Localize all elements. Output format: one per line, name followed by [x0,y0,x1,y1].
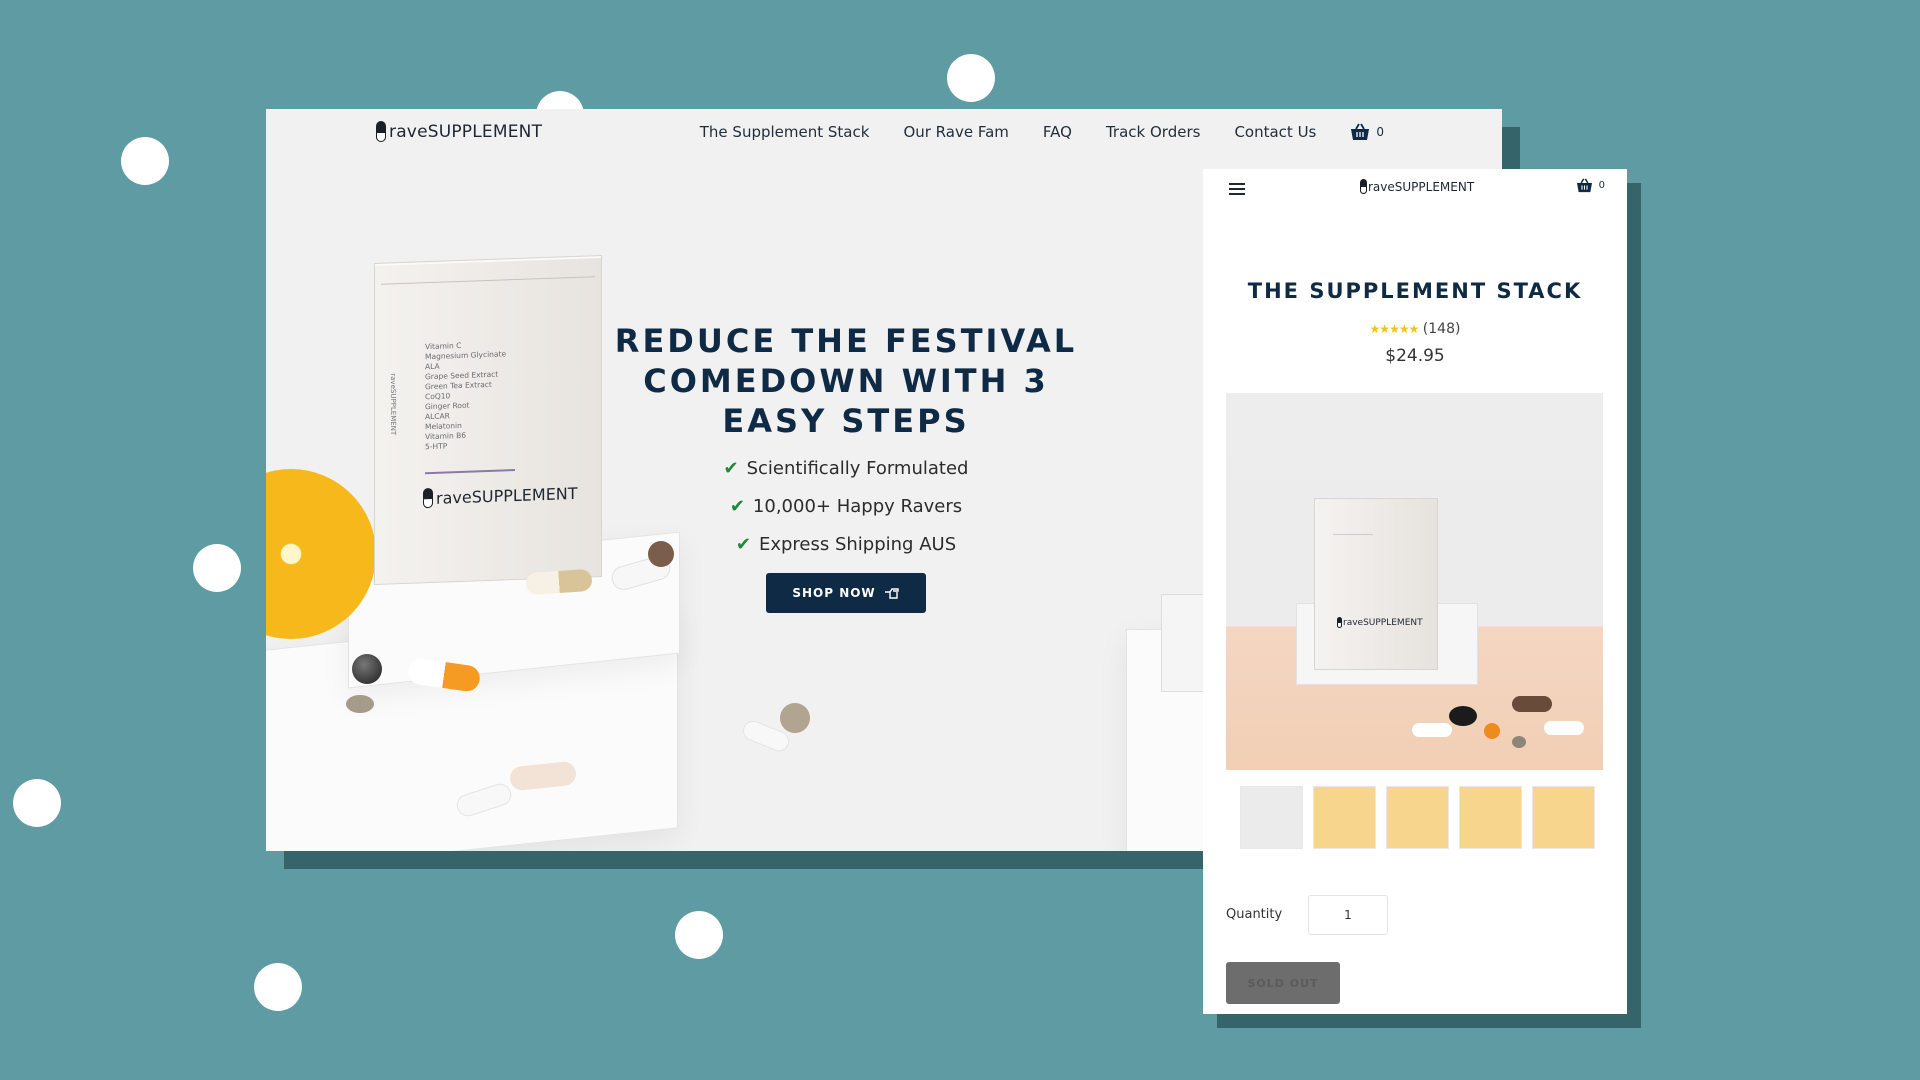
pill-logo-icon [423,487,433,509]
feature-item: ✔ Scientifically Formulated [596,458,1096,479]
thumbnail-strip [1240,786,1595,849]
sold-out-button[interactable]: SOLD OUT [1226,962,1340,1004]
product-thumbnail[interactable] [1532,786,1595,849]
product-box-image: raveSUPPLEMENT [1314,498,1438,670]
pill-image [1449,706,1477,726]
decor-dot [675,911,723,959]
cart-icon [1576,178,1592,193]
hand-pointer-icon [884,588,899,599]
decor-dot [193,544,241,592]
rating-stars-icon: ★★★★★ [1369,322,1420,336]
box-logo: raveSUPPLEMENT [1337,617,1423,628]
capsule-image [1412,723,1452,737]
product-box-image: raveSUPPLEMENT Vitamin C Magnesium Glyci… [374,255,602,585]
check-icon: ✔ [735,534,751,555]
product-main-image[interactable]: raveSUPPLEMENT [1226,393,1603,770]
box-logo: raveSUPPLEMENT [423,483,578,509]
nav-item-faq[interactable]: FAQ [1043,123,1072,141]
cart-button[interactable]: 0 [1576,178,1605,193]
decor-dot [121,137,169,185]
brand-logo-text: raveSUPPLEMENT [1368,179,1475,194]
nav-item-our-rave-fam[interactable]: Our Rave Fam [903,123,1008,141]
pill-image [1512,736,1526,748]
feature-text: Scientifically Formulated [746,458,969,479]
nav-item-track-orders[interactable]: Track Orders [1106,123,1200,141]
quantity-input[interactable] [1308,895,1388,935]
product-rating[interactable]: ★★★★★ (148) [1203,321,1627,337]
check-icon: ✔ [723,458,739,479]
feature-item: ✔ 10,000+ Happy Ravers [596,496,1096,517]
box-logo-text: raveSUPPLEMENT [1343,617,1423,628]
pill-image [1484,723,1500,739]
box-side-text: raveSUPPLEMENT [389,373,397,436]
product-thumbnail[interactable] [1313,786,1376,849]
pill-logo-icon [1360,179,1367,194]
capsule-image [1512,696,1552,712]
cart-button[interactable]: 0 [1350,123,1384,141]
rating-count: (148) [1422,321,1461,337]
cart-count: 0 [1376,125,1384,139]
product-thumbnail[interactable] [1240,786,1303,849]
box-logo-text: raveSUPPLEMENT [436,483,578,508]
capsule-image [1544,721,1584,735]
ingredient-text: 5-HTP [425,441,448,452]
brand-logo[interactable]: raveSUPPLEMENT [376,121,542,142]
pill-image [346,695,374,713]
box-lid-line [381,276,595,285]
brand-logo-text: raveSUPPLEMENT [389,121,543,142]
pill-logo-icon [1337,617,1342,628]
pill-logo-icon [376,121,386,142]
product-price: $24.95 [1385,346,1445,366]
desktop-header: raveSUPPLEMENT The Supplement Stack Our … [266,109,1502,157]
decor-dot [947,54,995,102]
box-lid-line [1333,534,1373,595]
cart-icon [1351,123,1370,140]
mobile-mockup: raveSUPPLEMENT 0 THE SUPPLEMENT STACK ★★… [1203,169,1627,1014]
nav-item-contact-us[interactable]: Contact Us [1234,123,1316,141]
decor-dot [254,963,302,1011]
feature-text: 10,000+ Happy Ravers [752,496,963,517]
brand-logo[interactable]: raveSUPPLEMENT [1360,179,1474,194]
product-thumbnail[interactable] [1459,786,1522,849]
product-title: THE SUPPLEMENT STACK [1247,279,1583,303]
decor-dot [13,779,61,827]
check-icon: ✔ [729,496,745,517]
nav-item-supplement-stack[interactable]: The Supplement Stack [700,123,870,141]
quantity-label: Quantity [1226,907,1283,922]
pill-image [352,654,382,684]
main-nav: The Supplement Stack Our Rave Fam FAQ Tr… [700,123,1384,141]
box-rule-line [425,469,515,475]
capsule-image [525,568,593,596]
product-thumbnail[interactable] [1386,786,1449,849]
hamburger-icon[interactable] [1229,183,1245,195]
feature-text: Express Shipping AUS [758,534,957,555]
hero-section: REDUCE THE FESTIVAL COMEDOWN WITH 3 EASY… [596,321,1096,613]
mobile-header: raveSUPPLEMENT 0 [1203,169,1627,209]
feature-item: ✔ Express Shipping AUS [596,534,1096,555]
shop-now-label: SHOP NOW [792,586,876,600]
cart-count: 0 [1598,180,1605,191]
pill-image [780,703,810,733]
box-ingredient-list: Vitamin C Magnesium Glycinate ALA Grape … [425,339,506,452]
shop-now-button[interactable]: SHOP NOW [766,573,926,613]
hero-title: REDUCE THE FESTIVAL COMEDOWN WITH 3 EASY… [614,322,1078,440]
